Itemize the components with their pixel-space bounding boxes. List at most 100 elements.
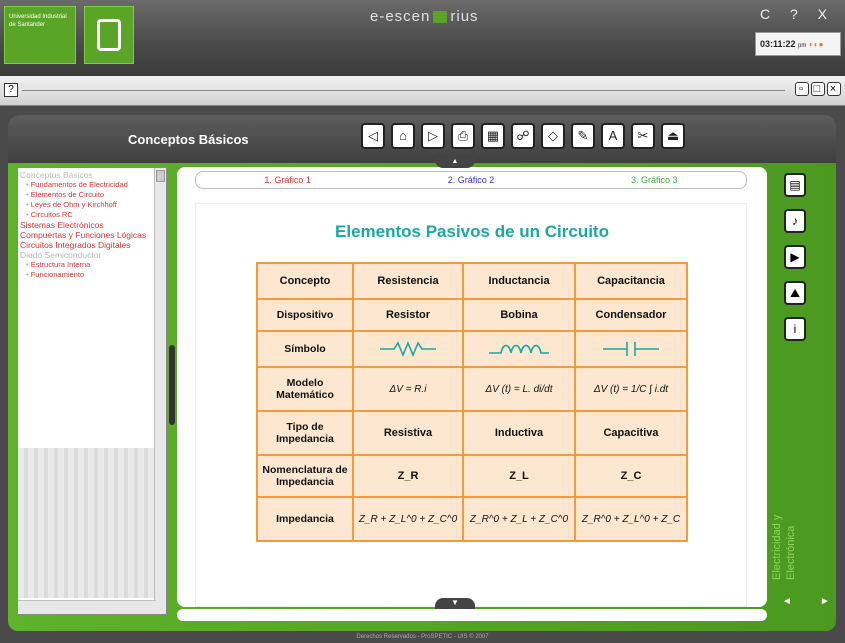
table-cell: ΔV (t) = L. di/dt [462, 366, 576, 412]
info-icon: i [793, 322, 797, 336]
table-cell: ΔV (t) = 1/C ∫ i.dt [574, 366, 688, 412]
row-label: Símbolo [256, 330, 354, 368]
print-icon: ⎙ [457, 128, 469, 143]
slide-title: Elementos Pasivos de un Circuito [335, 222, 609, 241]
university-logo: Universidad Industrial de Santander [4, 6, 76, 64]
home-button[interactable]: ⌂ [391, 123, 415, 149]
audio-icon: ♪ [792, 214, 798, 228]
document-icon: ▤ [789, 178, 801, 192]
sidebar-item[interactable]: Circuitos Integrados Digitales [20, 240, 154, 250]
slide: Elementos Pasivos de un Circuito Concept… [195, 203, 747, 607]
table-cell: Z_R^0 + Z_L^0 + Z_C [574, 496, 688, 542]
inductor-symbol-icon [489, 344, 549, 354]
video-button[interactable]: ▶ [784, 245, 806, 269]
section-title: Conceptos Básicos [128, 132, 249, 147]
app-brand: e-escen rius [370, 8, 479, 25]
table-header: Concepto [256, 262, 354, 300]
help-button[interactable]: ? [4, 83, 18, 97]
sidebar-item[interactable]: Estructura Interna [20, 260, 154, 270]
prev-page-icon[interactable]: ◄ [782, 596, 820, 607]
panel-splitter[interactable] [169, 345, 175, 425]
table-cell: Z_L [462, 454, 576, 498]
table-cell: Resistor [352, 298, 464, 332]
tab-grafico-2[interactable]: 2. Gráfico 2 [448, 175, 495, 185]
eraser-icon: ◇ [548, 128, 558, 143]
tools-button[interactable]: ✂ [631, 123, 655, 149]
image-button[interactable]: ⛰ [784, 281, 806, 305]
sidebar-item[interactable]: Funcionamiento [20, 270, 154, 280]
footer-copyright: Derechos Reservados - ProSPETIC - UIS © … [356, 634, 489, 640]
sidebar-item[interactable]: Sistemas Electrónicos [20, 220, 154, 230]
sidebar-item[interactable]: Leyes de Ohm y Kirchhoff [20, 200, 154, 210]
table-cell [574, 330, 688, 368]
image-button[interactable]: ✎ [571, 123, 595, 149]
table-cell: Z_R [352, 454, 464, 498]
brand-left: e-escen [370, 8, 431, 25]
home-icon: ⌂ [399, 128, 407, 143]
tab-grafico-3[interactable]: 3. Gráfico 3 [631, 175, 678, 185]
panel-controls: ▫ □ × [793, 82, 841, 96]
people-icon: ☍ [516, 128, 530, 143]
table-header: Capacitancia [574, 262, 688, 300]
next-icon: ▷ [428, 128, 438, 143]
next-page-icon[interactable]: ► [820, 596, 845, 607]
prev-icon: ◁ [368, 128, 378, 143]
scroll-thumb[interactable] [156, 170, 165, 182]
sidebar-item[interactable]: Conceptos Básicos [20, 170, 154, 180]
table-header: Resistencia [352, 262, 464, 300]
font-icon: A [608, 128, 618, 143]
video-icon: ▶ [790, 250, 800, 264]
minimize-icon[interactable]: ▫ [795, 82, 809, 96]
graph-tabs: 1. Gráfico 1 2. Gráfico 2 3. Gráfico 3 [195, 171, 747, 189]
toolbar: Conceptos Básicos ◁ ⌂ ▷ ⎙ ▦ ☍ ◇ ✎ A ✂ ⏏ [8, 115, 836, 163]
sidebar-item[interactable]: Circuitos RC [20, 210, 154, 220]
calculator-button[interactable]: ▦ [481, 123, 505, 149]
image-icon: ⛰ [789, 286, 801, 300]
row-label: Dispositivo [256, 298, 354, 332]
tab-grafico-1[interactable]: 1. Gráfico 1 [264, 175, 311, 185]
info-button[interactable]: i [784, 317, 806, 341]
circuit-board-image [18, 448, 154, 598]
next-button[interactable]: ▷ [421, 123, 445, 149]
bottom-progress-bar [177, 609, 767, 621]
sidebar-item[interactable]: Elementos de Circuito [20, 190, 154, 200]
print-button[interactable]: ⎙ [451, 123, 475, 149]
brand-right: rius [450, 8, 479, 25]
passive-elements-table: Concepto Resistencia Inductancia Capacit… [256, 262, 688, 542]
table-cell [462, 330, 576, 368]
exit-icon: ⏏ [666, 128, 680, 143]
maximize-icon[interactable]: □ [811, 82, 825, 96]
table-header: Inductancia [462, 262, 576, 300]
window-controls[interactable]: C ? X [760, 6, 835, 22]
sidebar-item[interactable]: Diodo Semiconductor [20, 250, 154, 260]
sidebar: Conceptos BásicosFundamentos de Electric… [17, 167, 167, 615]
sidebar-hscrollbar[interactable] [18, 600, 156, 614]
audio-button[interactable]: ♪ [784, 209, 806, 233]
eraser-button[interactable]: ◇ [541, 123, 565, 149]
table-cell: Capacitiva [574, 410, 688, 456]
tool-buttons: ◁ ⌂ ▷ ⎙ ▦ ☍ ◇ ✎ A ✂ ⏏ [361, 123, 685, 149]
sidebar-item[interactable]: Fundamentos de Electricidad [20, 180, 154, 190]
capacitor-symbol-icon [603, 342, 659, 356]
tools-icon: ✂ [637, 128, 649, 143]
document-button[interactable]: ▤ [784, 173, 806, 197]
table-cell: Resistiva [352, 410, 464, 456]
table-cell: Z_R^0 + Z_L + Z_C^0 [462, 496, 576, 542]
sidebar-item[interactable]: Compuertas y Funciones Lógicas [20, 230, 154, 240]
divider [22, 90, 785, 91]
close-icon[interactable]: × [827, 82, 841, 96]
table-cell: Z_R + Z_L^0 + Z_C^0 [352, 496, 464, 542]
clock-ampm: pm [798, 43, 807, 49]
uis-logo [84, 6, 134, 64]
prev-button[interactable]: ◁ [361, 123, 385, 149]
sidebar-scrollbar[interactable] [154, 168, 166, 614]
status-dots-icon: ◐◐● [808, 40, 824, 49]
font-button[interactable]: A [601, 123, 625, 149]
table-cell: Inductiva [462, 410, 576, 456]
calculator-icon: ▦ [486, 128, 500, 143]
exit-button[interactable]: ⏏ [661, 123, 685, 149]
main-content: 1. Gráfico 1 2. Gráfico 2 3. Gráfico 3 E… [177, 167, 767, 607]
clock-time: 03:11:22 [760, 39, 796, 49]
people-button[interactable]: ☍ [511, 123, 535, 149]
scroll-up-button[interactable]: ▲ [435, 158, 475, 168]
